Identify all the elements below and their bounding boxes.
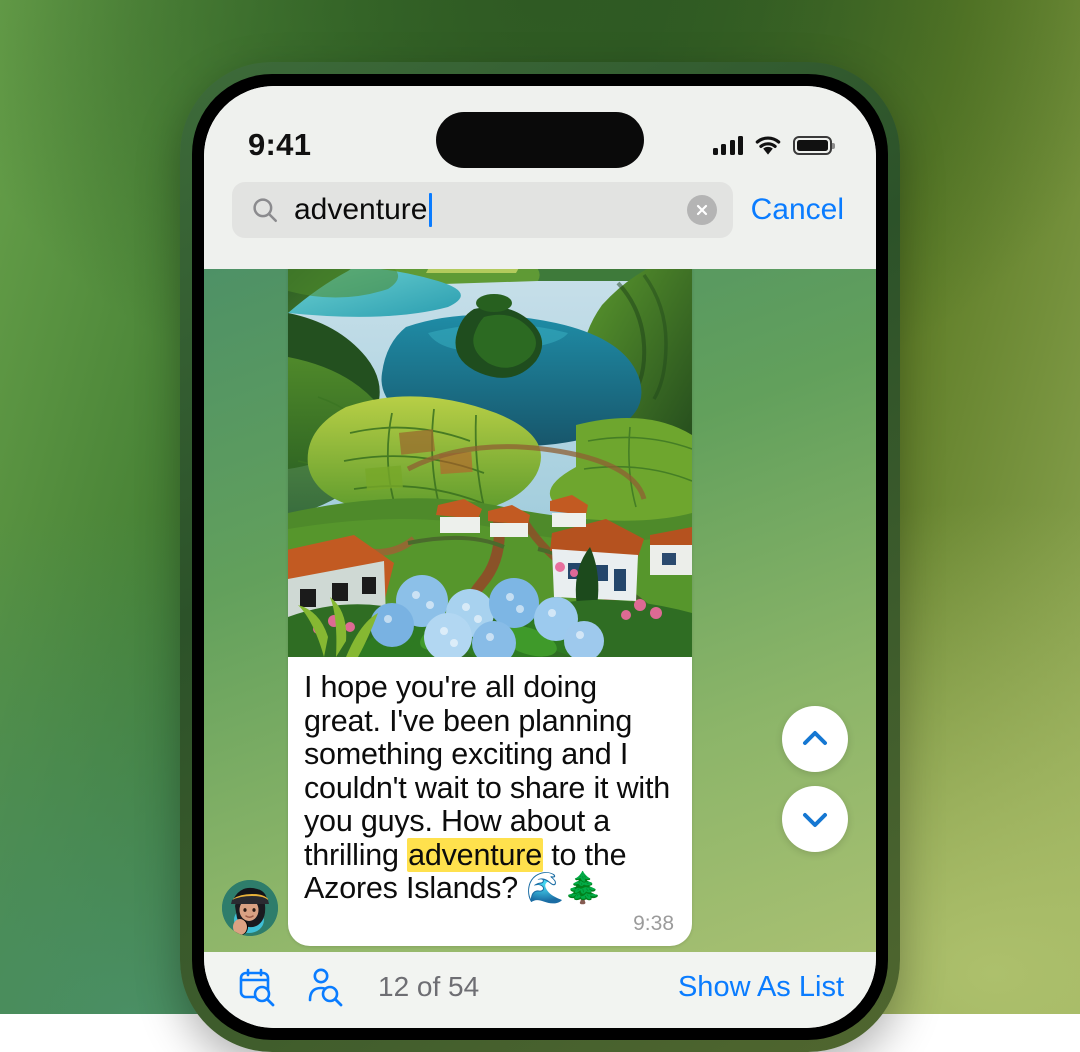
search-icon	[250, 195, 280, 225]
dynamic-island	[436, 112, 644, 168]
result-count: 12 of 54	[378, 971, 479, 1003]
wifi-icon	[754, 135, 782, 156]
search-input[interactable]: adventure	[232, 182, 733, 238]
show-as-list-button[interactable]: Show As List	[678, 971, 844, 1004]
chat-results-area: I hope you're all doing great. I've been…	[204, 269, 876, 952]
phone-frame: 9:41	[180, 62, 900, 1052]
avatar[interactable]	[222, 880, 278, 936]
chevron-down-icon	[798, 802, 832, 836]
search-bar: adventure Cancel	[204, 178, 876, 260]
close-icon	[693, 201, 711, 219]
message-timestamp: 9:38	[288, 912, 692, 946]
battery-full-icon	[793, 136, 832, 155]
person-search-icon[interactable]	[304, 966, 346, 1008]
search-input-text: adventure	[294, 193, 673, 227]
message-photo-attachment[interactable]	[288, 269, 692, 657]
previous-result-button[interactable]	[782, 706, 848, 772]
message-bubble[interactable]: I hope you're all doing great. I've been…	[288, 269, 692, 946]
phone-bezel: 9:41	[192, 74, 888, 1040]
search-query-value: adventure	[294, 193, 427, 227]
cancel-button[interactable]: Cancel	[751, 193, 848, 227]
search-navigation-buttons	[782, 706, 848, 852]
status-bar-clock: 9:41	[248, 127, 311, 163]
message-text: I hope you're all doing great. I've been…	[288, 657, 692, 916]
chevron-up-icon	[798, 722, 832, 756]
search-highlight: adventure	[407, 838, 543, 872]
phone-screen: 9:41	[204, 86, 876, 1028]
calendar-search-icon[interactable]	[236, 966, 278, 1008]
cellular-bars-icon	[713, 136, 744, 155]
text-cursor	[429, 193, 432, 227]
next-result-button[interactable]	[782, 786, 848, 852]
message-row: I hope you're all doing great. I've been…	[204, 269, 876, 946]
status-bar-indicators	[713, 135, 833, 156]
clear-circle-icon[interactable]	[687, 195, 717, 225]
bottom-toolbar: 12 of 54 Show As List	[204, 952, 876, 1028]
